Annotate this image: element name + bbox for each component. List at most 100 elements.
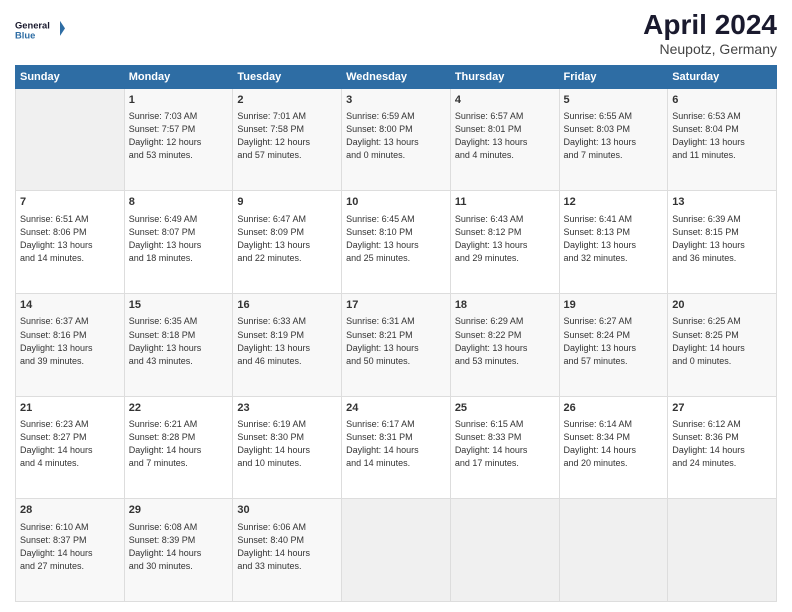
logo: General Blue <box>15 10 65 48</box>
day-number: 26 <box>564 401 664 416</box>
table-cell <box>668 499 777 602</box>
day-info: Sunrise: 6:27 AM Sunset: 8:24 PM Dayligh… <box>564 315 664 367</box>
day-number: 21 <box>20 401 120 416</box>
day-info: Sunrise: 6:55 AM Sunset: 8:03 PM Dayligh… <box>564 110 664 162</box>
day-info: Sunrise: 7:01 AM Sunset: 7:58 PM Dayligh… <box>237 110 337 162</box>
subtitle: Neupotz, Germany <box>643 41 777 57</box>
day-number: 23 <box>237 401 337 416</box>
week-row-4: 21 Sunrise: 6:23 AM Sunset: 8:27 PM Dayli… <box>16 396 777 499</box>
day-info: Sunrise: 6:15 AM Sunset: 8:33 PM Dayligh… <box>455 418 555 470</box>
table-cell: 20 Sunrise: 6:25 AM Sunset: 8:25 PM Dayli… <box>668 294 777 397</box>
table-cell: 2 Sunrise: 7:01 AM Sunset: 7:58 PM Daylig… <box>233 88 342 191</box>
table-cell <box>559 499 668 602</box>
day-number: 30 <box>237 503 337 518</box>
day-number: 15 <box>129 298 229 313</box>
day-info: Sunrise: 6:59 AM Sunset: 8:00 PM Dayligh… <box>346 110 446 162</box>
table-cell: 9 Sunrise: 6:47 AM Sunset: 8:09 PM Daylig… <box>233 191 342 294</box>
day-number: 11 <box>455 195 555 210</box>
day-number: 29 <box>129 503 229 518</box>
day-number: 4 <box>455 93 555 108</box>
table-cell: 22 Sunrise: 6:21 AM Sunset: 8:28 PM Dayli… <box>124 396 233 499</box>
day-info: Sunrise: 6:21 AM Sunset: 8:28 PM Dayligh… <box>129 418 229 470</box>
table-cell: 3 Sunrise: 6:59 AM Sunset: 8:00 PM Daylig… <box>342 88 451 191</box>
table-cell: 29Sunrise: 6:08 AM Sunset: 8:39 PM Dayli… <box>124 499 233 602</box>
table-cell: 24Sunrise: 6:17 AM Sunset: 8:31 PM Dayli… <box>342 396 451 499</box>
day-info: Sunrise: 6:19 AM Sunset: 8:30 PM Dayligh… <box>237 418 337 470</box>
table-cell: 27Sunrise: 6:12 AM Sunset: 8:36 PM Dayli… <box>668 396 777 499</box>
day-number: 8 <box>129 195 229 210</box>
header: General Blue April 2024 Neupotz, Germany <box>15 10 777 57</box>
table-cell: 19 Sunrise: 6:27 AM Sunset: 8:24 PM Dayli… <box>559 294 668 397</box>
table-cell: 12Sunrise: 6:41 AM Sunset: 8:13 PM Dayli… <box>559 191 668 294</box>
table-cell: 23 Sunrise: 6:19 AM Sunset: 8:30 PM Dayli… <box>233 396 342 499</box>
day-number: 2 <box>237 93 337 108</box>
day-number: 22 <box>129 401 229 416</box>
table-cell: 17 Sunrise: 6:31 AM Sunset: 8:21 PM Dayli… <box>342 294 451 397</box>
week-row-1: 1 Sunrise: 7:03 AM Sunset: 7:57 PM Daylig… <box>16 88 777 191</box>
day-number: 6 <box>672 93 772 108</box>
week-row-5: 28 Sunrise: 6:10 AM Sunset: 8:37 PM Dayli… <box>16 499 777 602</box>
day-info: Sunrise: 6:35 AM Sunset: 8:18 PM Dayligh… <box>129 315 229 367</box>
day-info: Sunrise: 6:29 AM Sunset: 8:22 PM Dayligh… <box>455 315 555 367</box>
day-info: Sunrise: 6:10 AM Sunset: 8:37 PM Dayligh… <box>20 521 120 573</box>
week-row-2: 7 Sunrise: 6:51 AM Sunset: 8:06 PM Daylig… <box>16 191 777 294</box>
day-number: 19 <box>564 298 664 313</box>
day-info: Sunrise: 6:25 AM Sunset: 8:25 PM Dayligh… <box>672 315 772 367</box>
day-info: Sunrise: 6:57 AM Sunset: 8:01 PM Dayligh… <box>455 110 555 162</box>
day-number: 20 <box>672 298 772 313</box>
day-info: Sunrise: 6:14 AM Sunset: 8:34 PM Dayligh… <box>564 418 664 470</box>
table-cell: 10Sunrise: 6:45 AM Sunset: 8:10 PM Dayli… <box>342 191 451 294</box>
day-number: 3 <box>346 93 446 108</box>
day-info: Sunrise: 6:31 AM Sunset: 8:21 PM Dayligh… <box>346 315 446 367</box>
table-cell: 25 Sunrise: 6:15 AM Sunset: 8:33 PM Dayli… <box>450 396 559 499</box>
table-cell: 16 Sunrise: 6:33 AM Sunset: 8:19 PM Dayli… <box>233 294 342 397</box>
table-cell: 5 Sunrise: 6:55 AM Sunset: 8:03 PM Daylig… <box>559 88 668 191</box>
day-info: Sunrise: 6:51 AM Sunset: 8:06 PM Dayligh… <box>20 213 120 265</box>
table-cell: 15 Sunrise: 6:35 AM Sunset: 8:18 PM Dayli… <box>124 294 233 397</box>
day-info: Sunrise: 6:33 AM Sunset: 8:19 PM Dayligh… <box>237 315 337 367</box>
table-cell: 8 Sunrise: 6:49 AM Sunset: 8:07 PM Daylig… <box>124 191 233 294</box>
calendar-header: Sunday Monday Tuesday Wednesday Thursday… <box>16 65 777 88</box>
table-cell <box>342 499 451 602</box>
logo-svg: General Blue <box>15 10 65 48</box>
day-number: 25 <box>455 401 555 416</box>
day-info: Sunrise: 6:17 AM Sunset: 8:31 PM Dayligh… <box>346 418 446 470</box>
day-number: 17 <box>346 298 446 313</box>
day-info: Sunrise: 6:53 AM Sunset: 8:04 PM Dayligh… <box>672 110 772 162</box>
calendar-table: Sunday Monday Tuesday Wednesday Thursday… <box>15 65 777 602</box>
day-number: 16 <box>237 298 337 313</box>
svg-text:Blue: Blue <box>15 30 35 40</box>
table-cell: 13 Sunrise: 6:39 AM Sunset: 8:15 PM Dayli… <box>668 191 777 294</box>
day-info: Sunrise: 6:06 AM Sunset: 8:40 PM Dayligh… <box>237 521 337 573</box>
day-number: 7 <box>20 195 120 210</box>
day-info: Sunrise: 7:03 AM Sunset: 7:57 PM Dayligh… <box>129 110 229 162</box>
day-number: 9 <box>237 195 337 210</box>
calendar-body: 1 Sunrise: 7:03 AM Sunset: 7:57 PM Daylig… <box>16 88 777 601</box>
day-info: Sunrise: 6:37 AM Sunset: 8:16 PM Dayligh… <box>20 315 120 367</box>
table-cell: 4 Sunrise: 6:57 AM Sunset: 8:01 PM Daylig… <box>450 88 559 191</box>
day-info: Sunrise: 6:43 AM Sunset: 8:12 PM Dayligh… <box>455 213 555 265</box>
day-number: 1 <box>129 93 229 108</box>
col-thursday: Thursday <box>450 65 559 88</box>
table-cell: 28 Sunrise: 6:10 AM Sunset: 8:37 PM Dayli… <box>16 499 125 602</box>
col-sunday: Sunday <box>16 65 125 88</box>
header-row: Sunday Monday Tuesday Wednesday Thursday… <box>16 65 777 88</box>
table-cell: 7 Sunrise: 6:51 AM Sunset: 8:06 PM Daylig… <box>16 191 125 294</box>
day-info: Sunrise: 6:47 AM Sunset: 8:09 PM Dayligh… <box>237 213 337 265</box>
day-number: 13 <box>672 195 772 210</box>
main-title: April 2024 <box>643 10 777 41</box>
day-info: Sunrise: 6:49 AM Sunset: 8:07 PM Dayligh… <box>129 213 229 265</box>
calendar-page: General Blue April 2024 Neupotz, Germany… <box>0 0 792 612</box>
day-info: Sunrise: 6:39 AM Sunset: 8:15 PM Dayligh… <box>672 213 772 265</box>
day-info: Sunrise: 6:12 AM Sunset: 8:36 PM Dayligh… <box>672 418 772 470</box>
week-row-3: 14Sunrise: 6:37 AM Sunset: 8:16 PM Dayli… <box>16 294 777 397</box>
table-cell: 30 Sunrise: 6:06 AM Sunset: 8:40 PM Dayli… <box>233 499 342 602</box>
table-cell: 26 Sunrise: 6:14 AM Sunset: 8:34 PM Dayli… <box>559 396 668 499</box>
table-cell: 1 Sunrise: 7:03 AM Sunset: 7:57 PM Daylig… <box>124 88 233 191</box>
day-number: 28 <box>20 503 120 518</box>
table-cell: 11 Sunrise: 6:43 AM Sunset: 8:12 PM Dayli… <box>450 191 559 294</box>
day-number: 5 <box>564 93 664 108</box>
day-info: Sunrise: 6:23 AM Sunset: 8:27 PM Dayligh… <box>20 418 120 470</box>
table-cell: 6 Sunrise: 6:53 AM Sunset: 8:04 PM Daylig… <box>668 88 777 191</box>
col-tuesday: Tuesday <box>233 65 342 88</box>
